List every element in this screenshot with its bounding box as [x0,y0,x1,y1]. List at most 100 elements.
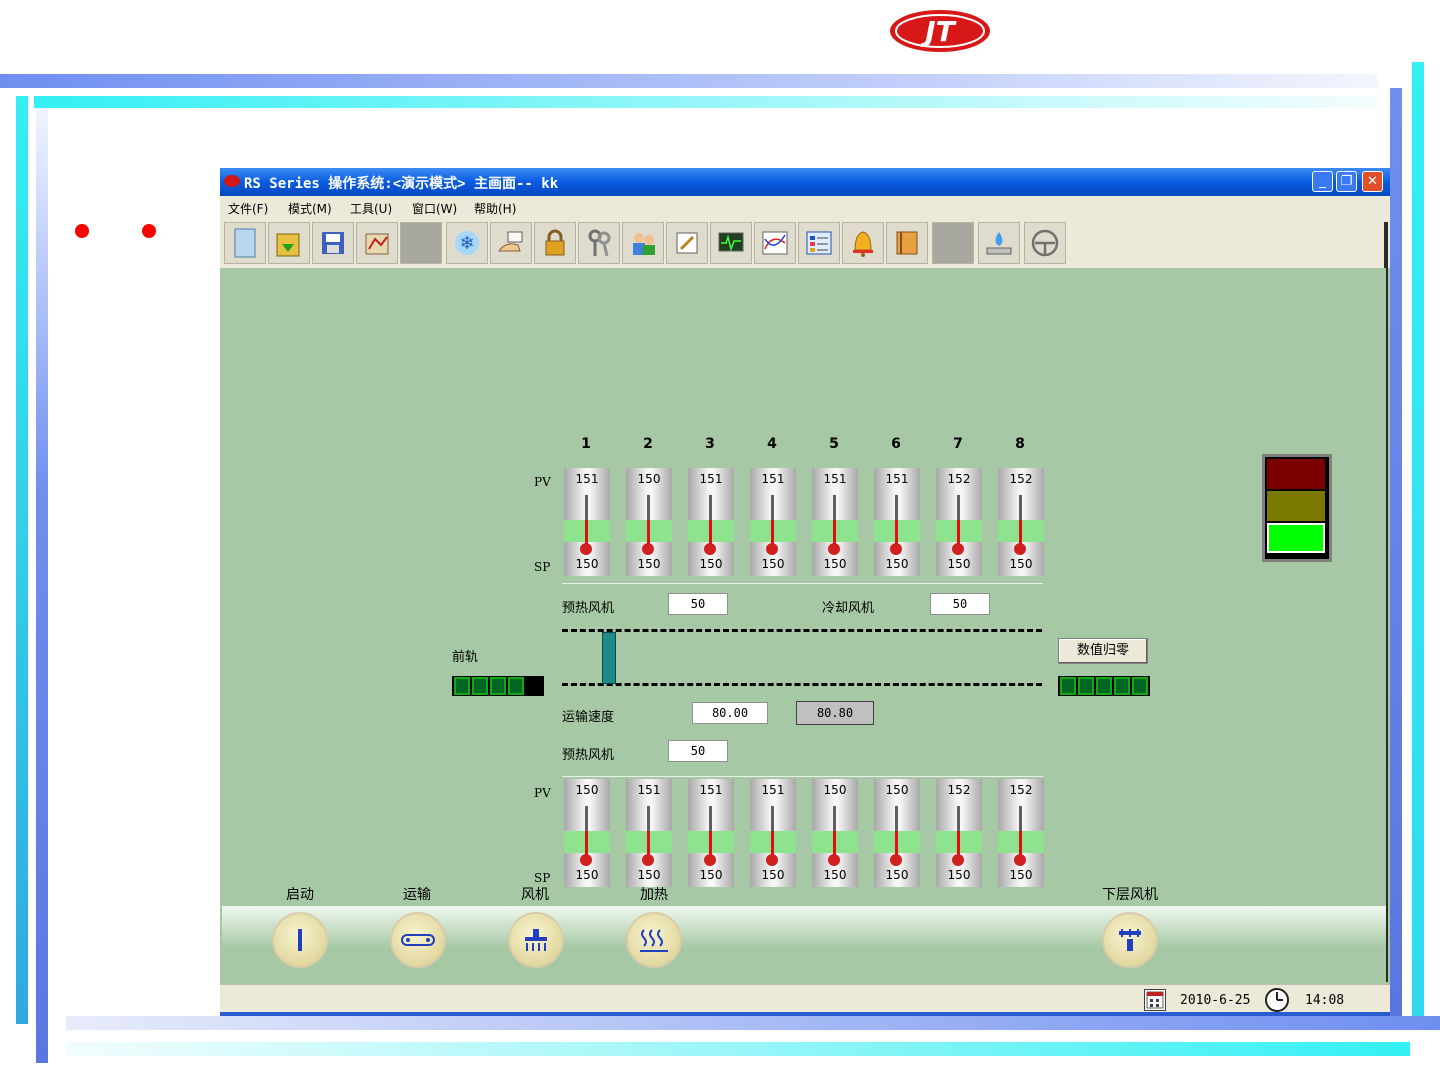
thermometer-gauge: 150 150 [564,779,610,887]
close-button[interactable]: ✕ [1362,171,1383,192]
decor-bar [0,74,1378,88]
hand-card-icon[interactable] [490,222,532,264]
thermometer-gauge: 151 150 [750,468,796,576]
alarm-bell-icon[interactable] [842,222,884,264]
circle-logo-icon[interactable] [1024,222,1066,264]
pv-value: 150 [823,783,847,797]
gauge-bulb [580,543,592,555]
note-edit-icon[interactable] [666,222,708,264]
fan-label: 风机 [521,887,549,903]
minimize-button[interactable]: _ [1312,171,1333,192]
pv-value: 152 [1009,783,1033,797]
preheat-fan-input-2[interactable]: 50 [668,740,728,762]
gauge-bulb [704,854,716,866]
sp-value: 150 [637,557,661,571]
menu-mode[interactable]: 模式(M) [288,200,332,217]
thermometer-gauge: 152 150 [936,468,982,576]
conveyor-speed-input[interactable]: 80.00 [692,702,768,724]
open-folder-icon[interactable] [268,222,310,264]
pv-value: 151 [761,472,785,486]
gauge-bulb [890,543,902,555]
users-icon[interactable] [622,222,664,264]
pv-value: 151 [637,783,661,797]
restore-button[interactable]: ❐ [1336,171,1357,192]
gauge-bulb [1014,854,1026,866]
water-drop-icon[interactable] [978,222,1020,264]
heat-icon[interactable] [626,912,682,968]
save-icon[interactable] [312,222,354,264]
menu-tools[interactable]: 工具(U) [350,200,392,217]
pv-value: 151 [823,472,847,486]
zone-number: 8 [1015,436,1025,452]
blank-icon[interactable] [932,222,974,264]
pv-value: 150 [575,783,599,797]
rail-line-top [562,629,1042,632]
gauge-bulb [642,543,654,555]
title-bar[interactable]: RS Series 操作系统:<演示模式> 主画面-- kk _ ❐ ✕ [220,168,1390,196]
cooling-fan-input[interactable]: 50 [930,593,990,615]
chart-lines-icon[interactable] [754,222,796,264]
zone-number: 5 [829,436,839,452]
conveyor-label: 运输 [403,887,431,903]
blank-icon[interactable] [400,222,442,264]
decor-bar [36,108,48,1063]
sp-value: 150 [575,557,599,571]
thermometer-gauge: 151 150 [626,779,672,887]
pv-value: 151 [885,472,909,486]
zone-number: 4 [767,436,777,452]
rail-counter-left [452,676,544,696]
preheat-fan-input[interactable]: 50 [668,593,728,615]
start-label: 启动 [286,887,314,903]
keys-icon[interactable] [578,222,620,264]
sp-value: 150 [947,557,971,571]
pv-value: 150 [637,472,661,486]
menu-file[interactable]: 文件(F) [228,200,268,217]
decor-bar [1412,62,1424,1018]
notebook-icon[interactable] [886,222,928,264]
pv-value: 152 [947,783,971,797]
sp-value: 150 [761,868,785,882]
menu-window[interactable]: 窗口(W) [412,200,457,217]
new-file-icon[interactable] [224,222,266,264]
snowflake-icon[interactable]: ❄ [446,222,488,264]
pv-value: 151 [575,472,599,486]
gauge-bulb [890,854,902,866]
pv-value: 150 [885,783,909,797]
gauge-bulb [952,543,964,555]
edit-chart-icon[interactable] [356,222,398,264]
zone-number: 3 [705,436,715,452]
lock-icon[interactable] [534,222,576,264]
pv-label: PV [534,475,551,489]
gauge-bulb [766,854,778,866]
sp-value: 150 [699,868,723,882]
decor-bar [16,96,28,1024]
power-icon[interactable] [272,912,328,968]
pv-value: 151 [761,783,785,797]
sp-value: 150 [699,557,723,571]
decor-bar [34,96,1378,108]
main-panel: 1 2 3 4 5 6 7 8 PV SP 151 150 150 150 151 150… [222,268,1386,984]
sp-value: 150 [947,868,971,882]
conveyor-speed-actual: 80.80 [796,701,874,725]
menu-help[interactable]: 帮助(H) [474,200,516,217]
conveyor-icon[interactable] [390,912,446,968]
zero-values-button[interactable]: 数值归零 [1058,638,1148,664]
cooling-fan-label: 冷却风机 [822,601,875,616]
fan-icon[interactable] [508,912,564,968]
conveyor-speed-label: 运输速度 [562,710,615,725]
pv-value: 151 [699,472,723,486]
heating-label: 加热 [640,887,668,903]
sp-value: 150 [1009,868,1033,882]
thermometer-gauge: 152 150 [936,779,982,887]
preheat-fan-label-2: 预热风机 [562,748,615,763]
lower-fan-icon[interactable] [1102,912,1158,968]
gauge-bulb [1014,543,1026,555]
decor-bar [66,1042,1410,1056]
list-panel-icon[interactable] [798,222,840,264]
monitor-wave-icon[interactable] [710,222,752,264]
front-rail-label: 前轨 [452,650,479,665]
divider [562,776,1043,777]
app-icon [224,175,240,187]
bullet-dot [142,224,156,238]
zone-number: 1 [581,436,591,452]
